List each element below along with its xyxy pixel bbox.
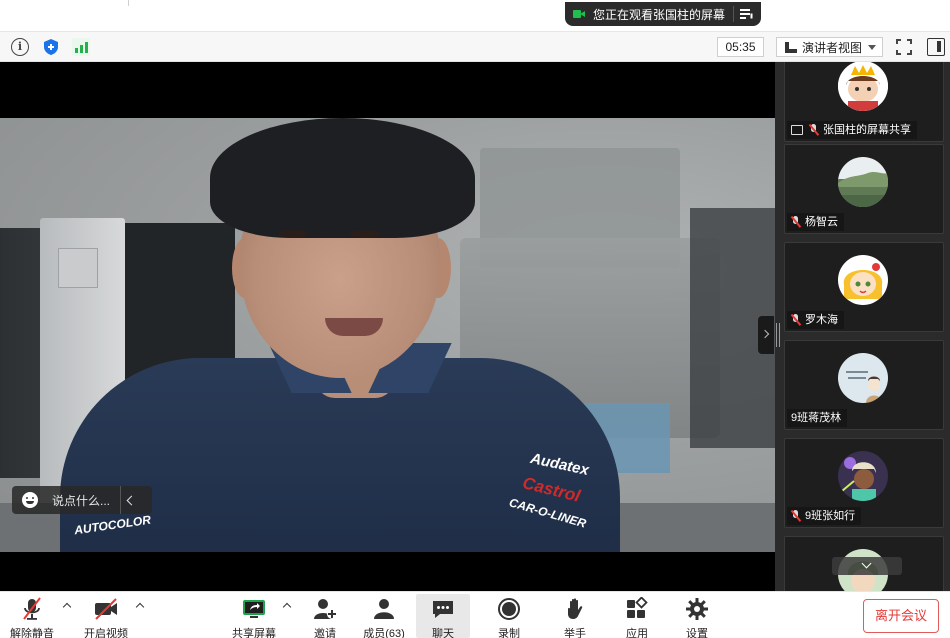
screen-share-icon [791,125,803,135]
add-person-icon [312,597,338,621]
video-camera-icon [573,9,585,19]
avatar [838,157,888,207]
avatar [838,353,888,403]
settings-button[interactable]: 设置 [669,594,725,638]
mic-muted-icon [790,510,801,522]
sidebar-toggle-icon[interactable] [927,38,945,56]
video-options-chevron-icon[interactable] [135,602,145,612]
main-video-stage[interactable]: Audatex Castrol CAR-O-LINER AUTOCOLOR 说点… [0,62,775,591]
meeting-window: 您正在观看张国柱的屏幕 i 05:35 演讲者视图 Audatex Castro… [0,0,950,638]
audio-options-chevron-icon[interactable] [62,602,72,612]
avatar [838,451,888,501]
network-signal-icon[interactable] [72,38,90,56]
chevron-left-icon[interactable] [126,495,137,505]
apps-button[interactable]: 应用 [609,594,665,638]
settings-label: 设置 [686,628,708,638]
members-icon [371,597,397,621]
screen-share-banner[interactable]: 您正在观看张国柱的屏幕 [565,2,761,26]
view-mode-label: 演讲者视图 [802,40,863,55]
apps-grid-icon [624,596,650,621]
screen-share-status: 您正在观看张国柱的屏幕 [593,7,726,22]
chat-quick-input[interactable]: 说点什么... [12,486,152,514]
chat-placeholder: 说点什么... [52,493,111,508]
emoji-icon[interactable] [22,492,38,508]
start-video-label: 开启视频 [84,628,128,638]
unmute-label: 解除静音 [10,628,54,638]
unmute-button[interactable]: 解除静音 [4,594,60,638]
participant-name: 杨智云 [805,216,838,228]
info-icon[interactable]: i [11,38,29,56]
shield-icon[interactable] [42,38,60,56]
meeting-toolbar: i 05:35 演讲者视图 [0,32,950,62]
mic-muted-icon [808,124,819,136]
meeting-controls-bar: 解除静音 开启视频 共享屏幕 邀请 成员(63) 聊天 录制 举手 应用 设置 … [0,591,950,638]
participant-name: 罗木海 [805,314,838,326]
panel-resize-handle[interactable] [776,323,780,347]
participant-tile[interactable]: 罗木海 [784,242,944,332]
invite-button[interactable]: 邀请 [297,594,353,638]
chat-label: 聊天 [432,628,454,638]
share-screen-button[interactable]: 共享屏幕 [226,594,282,638]
mic-muted-icon [19,597,45,621]
record-label: 录制 [498,628,520,638]
apps-label: 应用 [626,628,648,638]
participant-gallery[interactable]: 张国柱的屏幕共享 杨智云 罗木海 9班蒋茂林 9班张如行 [775,62,950,591]
members-label: 成员(63) [363,628,405,638]
gear-icon [684,597,710,621]
gallery-scroll-down-button[interactable] [832,557,902,575]
video-off-icon [93,597,119,621]
meeting-timer: 05:35 [717,37,764,57]
share-screen-label: 共享屏幕 [232,628,276,638]
record-icon [496,597,522,621]
participant-tile[interactable]: 9班蒋茂林 [784,340,944,430]
share-options-chevron-icon[interactable] [282,602,292,612]
hand-icon [562,597,588,621]
record-button[interactable]: 录制 [481,594,537,638]
leave-meeting-button[interactable]: 离开会议 [863,599,939,633]
title-strip: 您正在观看张国柱的屏幕 [0,0,950,32]
members-button[interactable]: 成员(63) [356,594,412,638]
banner-divider [733,6,735,22]
avatar [838,255,888,305]
collapse-gallery-button[interactable] [758,316,774,354]
participant-tile[interactable]: 张国柱的屏幕共享 [784,62,944,142]
chat-button[interactable]: 聊天 [416,594,470,638]
avatar [838,62,888,111]
chevron-down-icon [861,558,872,569]
participant-name: 9班张如行 [805,510,856,522]
view-mode-dropdown[interactable]: 演讲者视图 [776,37,883,57]
chat-icon [430,597,456,621]
mic-muted-icon [790,216,801,228]
window-edge-mark [128,0,129,6]
fullscreen-icon[interactable] [896,39,912,55]
participant-name: 9班蒋茂林 [791,412,842,424]
chevron-right-icon [760,329,770,339]
mic-muted-icon [790,314,801,326]
invite-label: 邀请 [314,628,336,638]
participant-tile[interactable]: 9班张如行 [784,438,944,528]
participant-name: 张国柱的屏幕共享 [823,124,911,136]
raise-hand-button[interactable]: 举手 [547,594,603,638]
share-screen-icon [241,597,267,621]
participant-tile[interactable]: 杨智云 [784,144,944,234]
chevron-down-icon [868,44,876,50]
raise-hand-label: 举手 [564,628,586,638]
share-options-icon[interactable] [740,8,754,20]
speaker-view-icon [785,41,797,53]
start-video-button[interactable]: 开启视频 [78,594,134,638]
